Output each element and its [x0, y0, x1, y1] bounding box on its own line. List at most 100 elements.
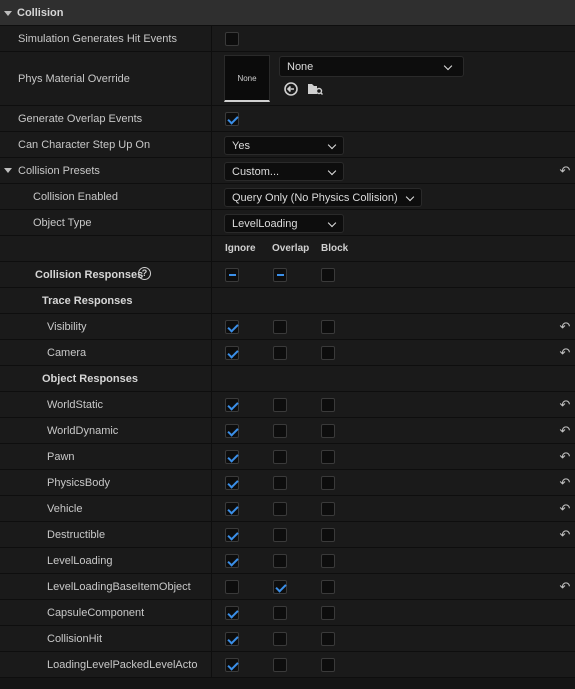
overlap-checkbox[interactable]: [273, 632, 287, 646]
block-checkbox[interactable]: [321, 450, 335, 464]
ignore-checkbox[interactable]: [225, 606, 239, 620]
overlap-checkbox[interactable]: [273, 346, 287, 360]
response-row-label: Destructible: [47, 528, 106, 541]
help-icon[interactable]: ?: [138, 267, 151, 280]
ignore-all-checkbox[interactable]: [225, 268, 239, 282]
object-type-label: Object Type: [33, 216, 92, 229]
column-divider: [211, 184, 212, 209]
reset-arrow-icon[interactable]: ↶: [559, 580, 571, 593]
ignore-checkbox[interactable]: [225, 528, 239, 542]
collision-presets-row: Collision Presets Custom... ↶: [0, 158, 575, 184]
column-divider: [211, 470, 212, 495]
overlap-events-checkbox[interactable]: [225, 112, 239, 126]
response-column-headers: Ignore Overlap Block: [0, 236, 575, 262]
object-responses-header: Object Responses: [0, 366, 575, 392]
trace-responses-label: Trace Responses: [42, 294, 133, 307]
material-thumbnail[interactable]: None: [224, 55, 270, 102]
overlap-checkbox[interactable]: [273, 502, 287, 516]
reset-arrow-icon[interactable]: ↶: [559, 528, 571, 541]
ignore-checkbox[interactable]: [225, 424, 239, 438]
ignore-checkbox[interactable]: [225, 554, 239, 568]
reset-arrow-icon[interactable]: ↶: [559, 476, 571, 489]
browse-to-asset-icon[interactable]: [283, 81, 299, 97]
object-type-dropdown[interactable]: LevelLoading: [224, 214, 344, 233]
step-up-label: Can Character Step Up On: [18, 138, 151, 151]
collision-enabled-dropdown[interactable]: Query Only (No Physics Collision): [224, 188, 422, 207]
reset-arrow-icon[interactable]: ↶: [559, 346, 571, 359]
object-responses-label: Object Responses: [42, 372, 138, 385]
block-checkbox[interactable]: [321, 424, 335, 438]
collision-responses-label: Collision Responses: [35, 268, 144, 281]
overlap-all-checkbox[interactable]: [273, 268, 287, 282]
column-divider: [211, 314, 212, 339]
ignore-checkbox[interactable]: [225, 450, 239, 464]
column-divider: [211, 522, 212, 547]
phys-material-row: Phys Material Override None None: [0, 52, 575, 106]
phys-material-dropdown[interactable]: None: [279, 56, 464, 77]
sim-hit-checkbox[interactable]: [225, 32, 239, 46]
ignore-checkbox[interactable]: [225, 398, 239, 412]
overlap-checkbox[interactable]: [273, 658, 287, 672]
ignore-checkbox[interactable]: [225, 346, 239, 360]
collision-enabled-value: Query Only (No Physics Collision): [232, 191, 398, 204]
response-row-label: WorldStatic: [47, 398, 104, 411]
ignore-checkbox[interactable]: [225, 476, 239, 490]
phys-material-value: None: [287, 60, 314, 73]
collision-presets-dropdown[interactable]: Custom...: [224, 162, 344, 181]
collision-responses-row: Collision Responses ?: [0, 262, 575, 288]
overlap-checkbox[interactable]: [273, 476, 287, 490]
ignore-checkbox[interactable]: [225, 320, 239, 334]
block-checkbox[interactable]: [321, 346, 335, 360]
collision-enabled-label: Collision Enabled: [33, 190, 118, 203]
block-checkbox[interactable]: [321, 320, 335, 334]
object-type-value: LevelLoading: [232, 217, 298, 230]
chevron-down-icon: [327, 140, 337, 150]
column-divider: [211, 652, 212, 677]
overlap-checkbox[interactable]: [273, 528, 287, 542]
response-row-label: WorldDynamic: [47, 424, 119, 437]
response-row-label: LoadingLevelPackedLevelActo: [47, 658, 198, 671]
ignore-checkbox[interactable]: [225, 632, 239, 646]
browse-folder-icon[interactable]: [306, 81, 324, 97]
overlap-checkbox[interactable]: [273, 424, 287, 438]
column-divider: [211, 444, 212, 469]
block-checkbox[interactable]: [321, 398, 335, 412]
overlap-checkbox[interactable]: [273, 450, 287, 464]
section-title: Collision: [17, 6, 64, 19]
reset-arrow-icon[interactable]: ↶: [559, 450, 571, 463]
chevron-down-icon: [405, 192, 415, 202]
reset-arrow-icon[interactable]: ↶: [559, 320, 571, 333]
overlap-checkbox[interactable]: [273, 554, 287, 568]
collision-presets-value: Custom...: [232, 165, 280, 178]
reset-arrow-icon[interactable]: ↶: [559, 398, 571, 411]
block-checkbox[interactable]: [321, 554, 335, 568]
overlap-checkbox[interactable]: [273, 580, 287, 594]
column-divider: [211, 574, 212, 599]
overlap-checkbox[interactable]: [273, 320, 287, 334]
overlap-checkbox[interactable]: [273, 398, 287, 412]
response-row-label: LevelLoading: [47, 554, 113, 567]
reset-arrow-icon[interactable]: ↶: [559, 424, 571, 437]
ignore-checkbox[interactable]: [225, 502, 239, 516]
reset-arrow-icon[interactable]: ↶: [559, 502, 571, 515]
block-all-checkbox[interactable]: [321, 268, 335, 282]
column-divider: [211, 600, 212, 625]
overlap-checkbox[interactable]: [273, 606, 287, 620]
column-divider: [211, 210, 212, 235]
block-checkbox[interactable]: [321, 606, 335, 620]
block-checkbox[interactable]: [321, 658, 335, 672]
step-up-dropdown[interactable]: Yes: [224, 136, 344, 155]
collision-section-header[interactable]: Collision: [0, 0, 575, 26]
response-row-label: Vehicle: [47, 502, 83, 515]
block-checkbox[interactable]: [321, 528, 335, 542]
block-checkbox[interactable]: [321, 476, 335, 490]
expand-arrow-icon[interactable]: [4, 11, 12, 16]
reset-arrow-icon[interactable]: ↶: [559, 164, 571, 177]
ignore-checkbox[interactable]: [225, 580, 239, 594]
block-checkbox[interactable]: [321, 502, 335, 516]
expand-arrow-icon[interactable]: [4, 168, 12, 173]
block-checkbox[interactable]: [321, 632, 335, 646]
block-checkbox[interactable]: [321, 580, 335, 594]
ignore-checkbox[interactable]: [225, 658, 239, 672]
column-divider: [211, 288, 212, 313]
